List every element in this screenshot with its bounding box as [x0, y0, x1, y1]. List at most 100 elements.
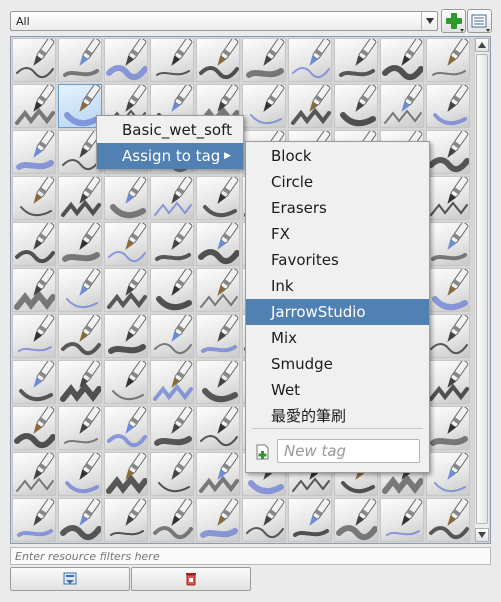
brush-preset-thumbnail[interactable]	[12, 130, 56, 174]
brush-preset-thumbnail[interactable]	[150, 314, 194, 358]
scrollbar-thumb[interactable]	[476, 54, 488, 524]
brush-preset-thumbnail[interactable]	[196, 314, 240, 358]
brush-preset-thumbnail[interactable]	[58, 222, 102, 266]
brush-preset-thumbnail[interactable]	[150, 498, 194, 542]
brush-preset-thumbnail[interactable]	[104, 176, 148, 220]
brush-preset-thumbnail[interactable]	[288, 84, 332, 128]
brush-preset-thumbnail[interactable]	[12, 452, 56, 496]
brush-preset-thumbnail[interactable]	[58, 314, 102, 358]
brush-preset-thumbnail[interactable]	[150, 452, 194, 496]
brush-preset-thumbnail[interactable]	[12, 360, 56, 404]
brush-preset-thumbnail[interactable]	[426, 406, 470, 450]
brush-preview-icon	[16, 453, 55, 492]
brush-preset-thumbnail[interactable]	[380, 38, 424, 82]
brush-preset-thumbnail[interactable]	[334, 38, 378, 82]
brush-preset-thumbnail[interactable]	[196, 452, 240, 496]
brush-preset-thumbnail[interactable]	[150, 406, 194, 450]
brush-preset-thumbnail[interactable]	[426, 314, 470, 358]
brush-preset-thumbnail[interactable]	[380, 84, 424, 128]
brush-preset-thumbnail[interactable]	[12, 498, 56, 542]
brush-preset-thumbnail[interactable]	[12, 222, 56, 266]
brush-preset-thumbnail[interactable]	[426, 130, 470, 174]
brush-preset-thumbnail[interactable]	[12, 38, 56, 82]
brush-preset-thumbnail[interactable]	[150, 268, 194, 312]
tag-menu-item[interactable]: Wet	[246, 377, 429, 403]
scroll-down-button[interactable]	[475, 528, 489, 542]
brush-preset-thumbnail[interactable]	[242, 498, 286, 542]
brush-preset-thumbnail[interactable]	[12, 268, 56, 312]
tag-menu-item[interactable]: Favorites	[246, 247, 429, 273]
brush-preset-thumbnail[interactable]	[288, 38, 332, 82]
tag-menu-item[interactable]: Circle	[246, 169, 429, 195]
brush-preset-thumbnail[interactable]	[380, 498, 424, 542]
tag-menu-item[interactable]: Erasers	[246, 195, 429, 221]
brush-preset-thumbnail[interactable]	[58, 360, 102, 404]
brush-preset-thumbnail[interactable]	[242, 38, 286, 82]
resource-filter-input[interactable]	[10, 547, 491, 565]
brush-preset-thumbnail[interactable]	[426, 452, 470, 496]
brush-preset-thumbnail[interactable]	[12, 176, 56, 220]
brush-preset-thumbnail[interactable]	[12, 314, 56, 358]
chevron-down-icon[interactable]	[421, 12, 437, 30]
tag-menu-item[interactable]: Smudge	[246, 351, 429, 377]
brush-preview-icon	[199, 453, 239, 493]
assign-to-tag-menu-item[interactable]: Assign to tag ▶	[97, 143, 243, 169]
brush-preset-thumbnail[interactable]	[288, 498, 332, 542]
grid-scrollbar[interactable]	[474, 38, 489, 542]
tag-menu-item[interactable]: Mix	[246, 325, 429, 351]
add-tag-button[interactable]	[441, 9, 466, 33]
brush-preset-thumbnail[interactable]	[104, 406, 148, 450]
brush-preset-thumbnail[interactable]	[12, 406, 56, 450]
tag-menu-item[interactable]: 最愛的筆刷	[246, 403, 429, 429]
brush-preset-thumbnail[interactable]	[196, 222, 240, 266]
brush-preview-icon	[432, 269, 469, 311]
brush-preview-icon	[63, 39, 101, 77]
import-resource-button[interactable]	[10, 567, 130, 591]
brush-preset-thumbnail[interactable]	[104, 222, 148, 266]
brush-preset-thumbnail[interactable]	[196, 360, 240, 404]
brush-preset-thumbnail[interactable]	[104, 268, 148, 312]
brush-preset-thumbnail[interactable]	[58, 452, 102, 496]
brush-preset-thumbnail[interactable]	[196, 498, 240, 542]
delete-resource-button[interactable]	[131, 567, 251, 591]
tag-filter-dropdown[interactable]: All	[10, 11, 438, 31]
tag-menu-item[interactable]: Block	[246, 143, 429, 169]
brush-preset-thumbnail[interactable]	[426, 498, 470, 542]
brush-preset-thumbnail[interactable]	[104, 498, 148, 542]
tag-menu-item[interactable]: Ink	[246, 273, 429, 299]
brush-preset-thumbnail[interactable]	[242, 84, 286, 128]
brush-preset-thumbnail[interactable]	[334, 498, 378, 542]
brush-preset-thumbnail[interactable]	[150, 222, 194, 266]
brush-preset-thumbnail[interactable]	[150, 176, 194, 220]
brush-preset-thumbnail[interactable]	[58, 38, 102, 82]
view-mode-button[interactable]	[467, 9, 492, 33]
brush-preset-thumbnail[interactable]	[426, 360, 470, 404]
new-tag-input[interactable]	[277, 439, 420, 463]
brush-preset-thumbnail[interactable]	[426, 84, 470, 128]
brush-preset-thumbnail[interactable]	[104, 38, 148, 82]
brush-preset-thumbnail[interactable]	[196, 268, 240, 312]
brush-preset-thumbnail[interactable]	[150, 360, 194, 404]
brush-preset-thumbnail[interactable]	[104, 360, 148, 404]
brush-preset-thumbnail[interactable]	[58, 268, 102, 312]
brush-preset-thumbnail[interactable]	[104, 452, 148, 496]
scroll-up-button[interactable]	[475, 38, 489, 52]
brush-preset-thumbnail[interactable]	[104, 314, 148, 358]
brush-preset-thumbnail[interactable]	[12, 84, 56, 128]
brush-preset-thumbnail[interactable]	[196, 176, 240, 220]
brush-preset-thumbnail[interactable]	[58, 406, 102, 450]
brush-preset-thumbnail[interactable]	[196, 38, 240, 82]
tag-submenu: Block Circle Erasers FX Favorites Ink JarrowSt…	[245, 141, 430, 473]
brush-preset-thumbnail[interactable]	[150, 38, 194, 82]
brush-preset-thumbnail[interactable]	[426, 268, 470, 312]
brush-preset-thumbnail[interactable]	[58, 498, 102, 542]
brush-preview-icon	[432, 39, 469, 76]
brush-preset-thumbnail[interactable]	[426, 222, 470, 266]
tag-menu-item[interactable]: FX	[246, 221, 429, 247]
tag-menu-item[interactable]: JarrowStudio	[246, 299, 429, 325]
brush-preset-thumbnail[interactable]	[426, 38, 470, 82]
brush-preset-thumbnail[interactable]	[426, 176, 470, 220]
brush-preset-thumbnail[interactable]	[196, 406, 240, 450]
brush-preset-thumbnail[interactable]	[58, 176, 102, 220]
brush-preset-thumbnail[interactable]	[334, 84, 378, 128]
